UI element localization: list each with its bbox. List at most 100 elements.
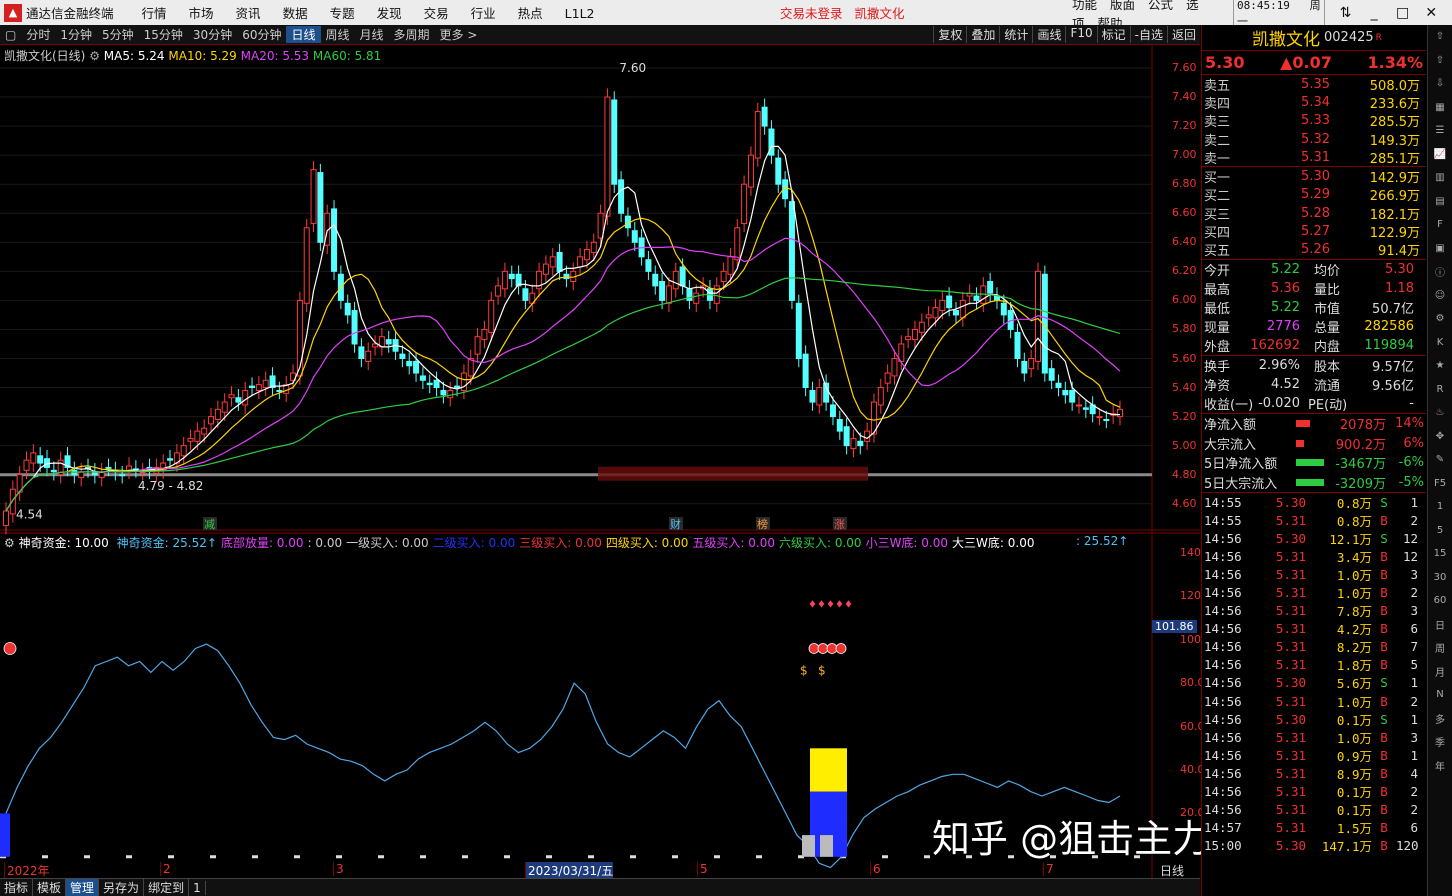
bars-icon[interactable]: ▥ xyxy=(1428,166,1452,190)
arrow-up-icon[interactable]: ⇧ xyxy=(1428,49,1452,73)
menu-item-8[interactable]: 热点 xyxy=(518,6,543,21)
high-label: 7.60 xyxy=(619,61,646,75)
bottom-tab-0[interactable]: 指标 xyxy=(0,879,34,896)
tick-count: 2 xyxy=(1410,584,1418,600)
bids-row[interactable]: 买五 5.26 91.4万 xyxy=(1202,241,1426,259)
tool-button-5[interactable]: 标记 xyxy=(1096,26,1130,43)
right-menu-item-2[interactable]: 公式 xyxy=(1148,0,1173,12)
sidebar-period-24[interactable]: 60 xyxy=(1428,589,1452,613)
star-icon[interactable]: ★ xyxy=(1428,354,1452,378)
period-tab-9[interactable]: 多周期 xyxy=(389,26,435,43)
candle-body xyxy=(618,179,625,214)
tool-button-2[interactable]: 统计 xyxy=(999,26,1032,43)
tick-time: 14:56 xyxy=(1204,530,1242,546)
chart-icon[interactable]: 📈 xyxy=(1428,143,1452,167)
sidebar-period-23[interactable]: 30 xyxy=(1428,566,1452,590)
sidebar-period-31[interactable]: 年 xyxy=(1428,754,1452,778)
candle-body xyxy=(50,469,57,473)
minimize-icon[interactable]: _ xyxy=(1366,5,1382,21)
menu-item-0[interactable]: 行情 xyxy=(142,6,167,21)
tick-volume: 0.1万 xyxy=(1336,712,1372,728)
menu-item-4[interactable]: 专题 xyxy=(330,6,355,21)
asks-row[interactable]: 卖四 5.34 233.6万 xyxy=(1202,93,1426,112)
bottom-tab-2[interactable]: 管理 xyxy=(66,879,100,896)
bottom-tab-5[interactable]: 1 xyxy=(189,880,206,895)
maximize-icon[interactable]: □ xyxy=(1395,5,1411,21)
f10-icon[interactable]: F xyxy=(1428,213,1452,237)
tool-button-3[interactable]: 画线 xyxy=(1032,26,1065,43)
menu-item-7[interactable]: 行业 xyxy=(471,6,496,21)
sidebar-period-20[interactable]: 1 xyxy=(1428,495,1452,519)
people-icon[interactable]: ☺ xyxy=(1428,284,1452,308)
sidebar-period-26[interactable]: 周 xyxy=(1428,636,1452,660)
asks-row[interactable]: 卖五 5.35 508.0万 xyxy=(1202,75,1426,94)
period-tab-4[interactable]: 30分钟 xyxy=(188,26,237,43)
bids-row[interactable]: 买一 5.30 142.9万 xyxy=(1202,167,1426,186)
tool-button-4[interactable]: F10 xyxy=(1065,26,1096,43)
bottom-tab-4[interactable]: 绑定到 xyxy=(144,879,190,896)
period-tab-3[interactable]: 15分钟 xyxy=(139,26,188,43)
k-icon[interactable]: K xyxy=(1428,331,1452,355)
arrow-down-icon[interactable]: ⇩ xyxy=(1428,72,1452,96)
period-tab-2[interactable]: 5分钟 xyxy=(97,26,139,43)
tool-button-1[interactable]: 叠加 xyxy=(966,26,999,43)
arrow-up-icon[interactable]: ⇧ xyxy=(1428,25,1452,49)
table-icon[interactable]: ▤ xyxy=(1428,190,1452,214)
list-icon[interactable]: ☰ xyxy=(1428,119,1452,143)
fire-icon[interactable]: ♨ xyxy=(1428,401,1452,425)
asks-row[interactable]: 卖一 5.31 285.1万 xyxy=(1202,148,1426,167)
asks-row[interactable]: 卖二 5.32 149.3万 xyxy=(1202,130,1426,149)
sidebar-period-27[interactable]: 月 xyxy=(1428,660,1452,684)
period-tab-5[interactable]: 60分钟 xyxy=(237,26,286,43)
status-center[interactable]: 交易未登录 凯撒文化 xyxy=(780,3,904,22)
right-menu-item-1[interactable]: 版面 xyxy=(1110,0,1135,12)
sidebar-period-25[interactable]: 日 xyxy=(1428,613,1452,637)
move-icon[interactable]: ✥ xyxy=(1428,425,1452,449)
f5-icon[interactable]: F5 xyxy=(1428,472,1452,496)
period-tab-10[interactable]: 更多 > xyxy=(435,26,483,43)
grid-icon[interactable]: ▦ xyxy=(1428,96,1452,120)
draw-icon[interactable]: ✎ xyxy=(1428,448,1452,472)
collapse-icon[interactable]: ⚙ xyxy=(4,536,15,550)
layout-icon[interactable]: ▢ xyxy=(0,28,21,42)
menu-item-3[interactable]: 数据 xyxy=(283,6,308,21)
asks-volume: 149.3万 xyxy=(1369,133,1420,149)
bottom-tab-1[interactable]: 模板 xyxy=(33,879,67,896)
sidebar-period-28[interactable]: N xyxy=(1428,683,1452,707)
sidebar-period-22[interactable]: 15 xyxy=(1428,542,1452,566)
close-icon[interactable]: ✕ xyxy=(1423,5,1439,21)
rsi-icon[interactable]: R xyxy=(1428,378,1452,402)
gear-icon[interactable]: ⚙ xyxy=(1428,307,1452,331)
menu-item-5[interactable]: 发现 xyxy=(377,6,402,21)
bids-row[interactable]: 买三 5.28 182.1万 xyxy=(1202,204,1426,223)
tool-button-0[interactable]: 复权 xyxy=(933,26,966,43)
bids-row[interactable]: 买四 5.27 122.9万 xyxy=(1202,222,1426,241)
doc-icon[interactable]: ▣ xyxy=(1428,237,1452,261)
sidebar-period-29[interactable]: 多 xyxy=(1428,707,1452,731)
period-tab-1[interactable]: 1分钟 xyxy=(55,26,97,43)
flow-key: 净流入额 xyxy=(1204,418,1257,434)
period-tab-0[interactable]: 分时 xyxy=(21,26,55,43)
period-tab-6[interactable]: 日线 xyxy=(286,26,321,43)
candle-body xyxy=(399,353,406,359)
settings-icon[interactable]: ⚙ xyxy=(89,49,100,63)
bottom-tab-3[interactable]: 另存为 xyxy=(99,879,145,896)
sidebar-period-30[interactable]: 季 xyxy=(1428,730,1452,754)
bids-row[interactable]: 买二 5.29 266.9万 xyxy=(1202,186,1426,204)
menu-item-1[interactable]: 市场 xyxy=(189,6,214,21)
chart-area[interactable]: 7.604.544.79 - 4.82减财榜涨 ♦ ♦ ♦ ♦ ♦$ $ xyxy=(0,45,1200,878)
menu-item-6[interactable]: 交易 xyxy=(424,6,449,21)
info-icon[interactable]: ⓘ xyxy=(1428,260,1452,284)
asks-row[interactable]: 卖三 5.33 285.5万 xyxy=(1202,112,1426,130)
tool-button-6[interactable]: -自选 xyxy=(1129,26,1167,43)
menu-item-9[interactable]: L1L2 xyxy=(565,6,595,21)
menu-item-2[interactable]: 资讯 xyxy=(236,6,261,21)
date-label-4: 5 xyxy=(697,862,708,876)
tool-button-7[interactable]: 返回 xyxy=(1166,26,1200,43)
sidebar-period-21[interactable]: 5 xyxy=(1428,519,1452,543)
tick-volume: 7.8万 xyxy=(1336,604,1372,620)
right-menu-item-0[interactable]: 功能 xyxy=(1072,0,1097,12)
period-tab-7[interactable]: 周线 xyxy=(321,26,355,43)
restore-icon[interactable]: ⇅ xyxy=(1338,5,1354,21)
period-tab-8[interactable]: 月线 xyxy=(355,26,389,43)
